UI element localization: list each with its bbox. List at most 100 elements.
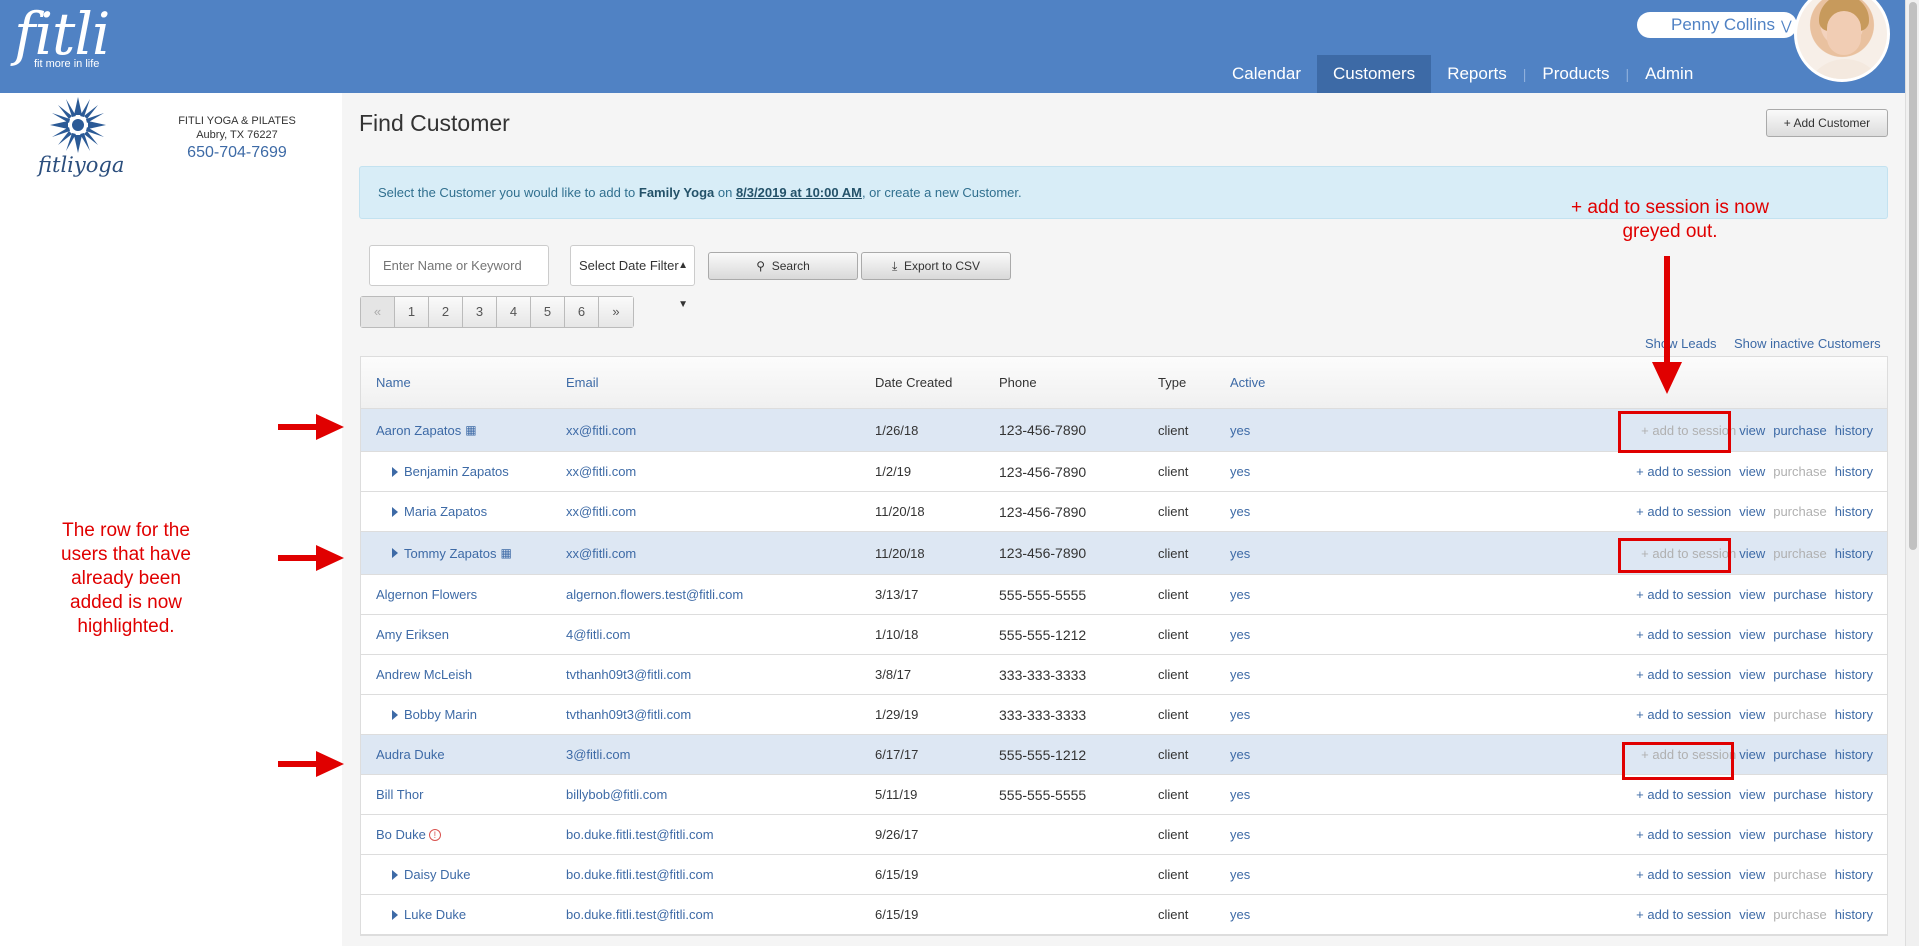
purchase-link[interactable]: purchase	[1773, 423, 1826, 438]
view-link[interactable]: view	[1739, 504, 1765, 519]
view-link[interactable]: view	[1739, 464, 1765, 479]
view-link[interactable]: view	[1739, 787, 1765, 802]
history-link[interactable]: history	[1835, 787, 1873, 802]
add-to-session-link[interactable]: + add to session	[1636, 667, 1731, 682]
history-link[interactable]: history	[1835, 867, 1873, 882]
add-to-session-link[interactable]: + add to session	[1636, 504, 1731, 519]
add-to-session-link[interactable]: + add to session	[1636, 587, 1731, 602]
customer-name-link[interactable]: Bobby Marin	[404, 707, 477, 722]
scrollbar-thumb[interactable]	[1909, 2, 1917, 550]
history-link[interactable]: history	[1835, 504, 1873, 519]
expand-caret-icon[interactable]	[392, 709, 398, 720]
add-to-session-link[interactable]: + add to session	[1636, 907, 1731, 922]
history-link[interactable]: history	[1835, 546, 1873, 561]
nav-customers[interactable]: Customers	[1317, 55, 1432, 93]
expand-caret-icon[interactable]	[392, 548, 398, 558]
customer-name-link[interactable]: Amy Eriksen	[376, 627, 449, 642]
export-csv-button[interactable]: ⤓ Export to CSV	[861, 252, 1011, 280]
history-link[interactable]: history	[1835, 747, 1873, 762]
history-link[interactable]: history	[1835, 667, 1873, 682]
add-to-session-link[interactable]: + add to session	[1636, 627, 1731, 642]
avatar[interactable]	[1794, 0, 1890, 82]
page-6-button[interactable]: 6	[565, 297, 599, 327]
customer-name-link[interactable]: Benjamin Zapatos	[404, 464, 509, 479]
search-button[interactable]: ⚲ Search	[708, 252, 858, 280]
history-link[interactable]: history	[1835, 707, 1873, 722]
email-link[interactable]: 3@fitli.com	[566, 735, 631, 774]
purchase-link[interactable]: purchase	[1773, 587, 1826, 602]
add-to-session-link[interactable]: + add to session	[1636, 827, 1731, 842]
nav-calendar[interactable]: Calendar	[1216, 55, 1317, 93]
email-link[interactable]: xx@fitli.com	[566, 409, 636, 451]
purchase-link[interactable]: purchase	[1773, 827, 1826, 842]
view-link[interactable]: view	[1739, 707, 1765, 722]
view-link[interactable]: view	[1739, 747, 1765, 762]
email-link[interactable]: bo.duke.fitli.test@fitli.com	[566, 815, 714, 854]
nav-products[interactable]: Products	[1526, 55, 1625, 93]
nav-reports[interactable]: Reports	[1431, 55, 1523, 93]
add-to-session-link[interactable]: + add to session	[1636, 787, 1731, 802]
column-header-active[interactable]: Active	[1230, 357, 1265, 408]
banner-datetime-link[interactable]: 8/3/2019 at 10:00 AM	[736, 185, 862, 200]
date-filter-select[interactable]: Select Date Filter ▲ ▼	[570, 245, 695, 310]
customer-name-link[interactable]: Andrew McLeish	[376, 667, 472, 682]
customer-name-link[interactable]: Aaron Zapatos	[376, 423, 461, 438]
history-link[interactable]: history	[1835, 627, 1873, 642]
view-link[interactable]: view	[1739, 667, 1765, 682]
add-customer-button[interactable]: + Add Customer	[1766, 109, 1888, 137]
add-to-session-link[interactable]: + add to session	[1636, 707, 1731, 722]
customer-name-link[interactable]: Algernon Flowers	[376, 587, 477, 602]
fitli-logo[interactable]: fitli fit more in life	[14, 4, 110, 70]
column-header-name[interactable]: Name	[376, 357, 411, 408]
expand-caret-icon[interactable]	[392, 909, 398, 920]
column-header-phone[interactable]: Phone	[999, 357, 1037, 408]
customer-name-link[interactable]: Audra Duke	[376, 747, 445, 762]
email-link[interactable]: tvthanh09t3@fitli.com	[566, 695, 691, 734]
customer-name-link[interactable]: Bill Thor	[376, 787, 423, 802]
page-3-button[interactable]: 3	[463, 297, 497, 327]
purchase-link[interactable]: purchase	[1773, 867, 1826, 882]
add-to-session-link[interactable]: + add to session	[1636, 867, 1731, 882]
purchase-link[interactable]: purchase	[1773, 627, 1826, 642]
expand-caret-icon[interactable]	[392, 466, 398, 477]
history-link[interactable]: history	[1835, 423, 1873, 438]
studio-phone[interactable]: 650-704-7699	[172, 145, 302, 161]
email-link[interactable]: xx@fitli.com	[566, 492, 636, 531]
purchase-link[interactable]: purchase	[1773, 907, 1826, 922]
add-to-session-link[interactable]: + add to session	[1636, 464, 1731, 479]
view-link[interactable]: view	[1739, 867, 1765, 882]
column-header-type[interactable]: Type	[1158, 357, 1186, 408]
purchase-link[interactable]: purchase	[1773, 464, 1826, 479]
nav-admin[interactable]: Admin	[1629, 55, 1709, 93]
purchase-link[interactable]: purchase	[1773, 504, 1826, 519]
search-input[interactable]	[369, 245, 549, 286]
column-header-date-created[interactable]: Date Created	[875, 357, 952, 408]
purchase-link[interactable]: purchase	[1773, 546, 1826, 561]
email-link[interactable]: bo.duke.fitli.test@fitli.com	[566, 895, 714, 934]
page-1-button[interactable]: 1	[395, 297, 429, 327]
column-header-email[interactable]: Email	[566, 357, 599, 408]
history-link[interactable]: history	[1835, 827, 1873, 842]
view-link[interactable]: view	[1739, 907, 1765, 922]
expand-caret-icon[interactable]	[392, 506, 398, 517]
purchase-link[interactable]: purchase	[1773, 787, 1826, 802]
history-link[interactable]: history	[1835, 907, 1873, 922]
view-link[interactable]: view	[1739, 627, 1765, 642]
purchase-link[interactable]: purchase	[1773, 747, 1826, 762]
purchase-link[interactable]: purchase	[1773, 667, 1826, 682]
page-next-button[interactable]: »	[599, 297, 633, 327]
customer-name-link[interactable]: Bo Duke	[376, 827, 426, 842]
page-2-button[interactable]: 2	[429, 297, 463, 327]
customer-name-link[interactable]: Daisy Duke	[404, 867, 470, 882]
customer-name-link[interactable]: Tommy Zapatos	[404, 546, 496, 561]
email-link[interactable]: algernon.flowers.test@fitli.com	[566, 575, 743, 614]
view-link[interactable]: view	[1739, 587, 1765, 602]
customer-name-link[interactable]: Luke Duke	[404, 907, 466, 922]
view-link[interactable]: view	[1739, 827, 1765, 842]
email-link[interactable]: bo.duke.fitli.test@fitli.com	[566, 855, 714, 894]
customer-name-link[interactable]: Maria Zapatos	[404, 504, 487, 519]
page-5-button[interactable]: 5	[531, 297, 565, 327]
email-link[interactable]: 4@fitli.com	[566, 615, 631, 654]
view-link[interactable]: view	[1739, 423, 1765, 438]
email-link[interactable]: xx@fitli.com	[566, 452, 636, 491]
